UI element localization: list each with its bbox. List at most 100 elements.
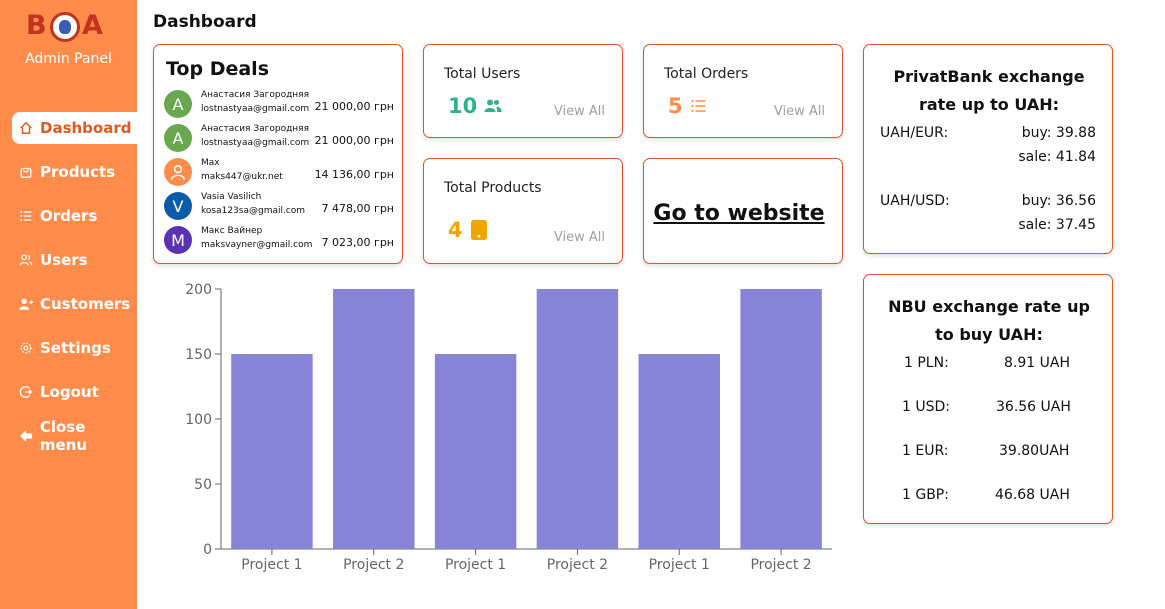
avatar: A [164, 124, 192, 152]
bar [740, 289, 822, 549]
x-tick-label: Project 2 [547, 557, 608, 573]
uah-usd-sale: sale: 37.45 [1018, 217, 1096, 233]
logout-icon [17, 383, 35, 401]
x-tick-label: Project 1 [445, 557, 506, 573]
sidebar-item-label: Products [40, 163, 116, 181]
deal-item[interactable]: Max maks447@ukr.net 14 136,00 грн [164, 155, 394, 189]
nbu-rate: 46.68 UAH [995, 487, 1070, 503]
sidebar-item-label: Close menu [39, 418, 88, 454]
sidebar-item-users[interactable]: Users [12, 244, 137, 276]
deal-item[interactable]: M Макс Вайнер maksvayner@gmail.com 7 023… [164, 223, 394, 257]
arrow-left-icon [17, 427, 35, 445]
logo-letter-a: A [82, 10, 104, 41]
go-to-website-card: Go to website [643, 158, 843, 264]
sidebar-item-settings[interactable]: Settings [12, 332, 137, 364]
customers-icon [17, 295, 35, 313]
uah-eur-buy: buy: 39.88 [1021, 125, 1096, 141]
nbu-title-line2: to buy UAH: [935, 325, 1043, 344]
total-users-value: 10 [448, 94, 502, 118]
avatar [164, 158, 192, 186]
deal-amount: 14 136,00 грн [314, 168, 394, 181]
deal-amount: 21 000,00 грн [314, 134, 394, 147]
total-products-count: 4 [448, 218, 463, 242]
nbu-rate: 8.91 UAH [1004, 355, 1070, 371]
product-icon [470, 220, 487, 240]
list-icon [691, 99, 706, 113]
nbu-currency: 1 GBP: [902, 487, 949, 503]
uah-usd-buy: buy: 36.56 [1021, 193, 1096, 209]
total-users-card: Total Users 10 View All [423, 44, 623, 138]
bar [231, 354, 313, 549]
sidebar-item-label: Logout [40, 383, 99, 401]
sidebar-item-label: Settings [40, 339, 111, 357]
sidebar-item-orders[interactable]: Orders [12, 200, 137, 232]
projects-bar-chart: 0 50 100 150 200 Project 1 Project 2 Project 1 P… [185, 282, 832, 573]
nbu-title-line1: NBU exchange rate up [888, 297, 1090, 316]
y-tick-label: 100 [185, 412, 212, 428]
sidebar-item-close-menu[interactable]: Close menu [12, 418, 137, 454]
page-title: Dashboard [153, 12, 257, 32]
sidebar-item-label: Dashboard [40, 119, 132, 137]
person-icon [171, 165, 185, 181]
users-icon [17, 251, 35, 269]
sidebar-item-label: Orders [40, 207, 98, 225]
nbu-rate: 39.80UAH [999, 443, 1070, 459]
total-products-value: 4 [448, 218, 488, 242]
total-products-title: Total Products [444, 180, 542, 196]
y-tick-label: 50 [194, 477, 212, 493]
deal-email: lostnastyaa@gmail.com [201, 138, 310, 148]
deal-email: lostnastyaa@gmail.com [201, 104, 310, 114]
deal-email: maks447@ukr.net [201, 172, 283, 182]
privatbank-title-line2: rate up to UAH: [918, 95, 1060, 114]
sidebar-item-customers[interactable]: Customers [12, 288, 137, 320]
list-icon [17, 207, 35, 225]
privatbank-rates-card: PrivatBank exchange rate up to UAH: UAH/… [863, 44, 1113, 254]
bar [638, 354, 720, 549]
uah-usd-label: UAH/USD: [880, 193, 950, 209]
home-icon [17, 119, 35, 137]
deal-email: maksvayner@gmail.com [201, 240, 313, 250]
sidebar-item-products[interactable]: Products [12, 156, 137, 188]
go-to-website-link[interactable]: Go to website [644, 201, 834, 226]
logo: B A [26, 10, 110, 46]
gear-icon [17, 339, 35, 357]
total-users-count: 10 [448, 94, 478, 118]
nbu-rate: 36.56 UAH [996, 399, 1071, 415]
sidebar-item-label: Users [40, 251, 88, 269]
bar [333, 289, 415, 549]
deal-item[interactable]: A Анастасия Загородняя lostnastyaa@gmail… [164, 87, 394, 121]
logo-emblem-icon [50, 12, 80, 42]
view-all-products-link[interactable]: View All [554, 230, 605, 245]
nbu-rates-card: NBU exchange rate up to buy UAH: 1 PLN: … [863, 274, 1113, 524]
privatbank-title-line1: PrivatBank exchange [893, 67, 1085, 86]
sidebar-item-logout[interactable]: Logout [12, 376, 137, 408]
bar [434, 354, 517, 549]
deal-name: Vasia Vasilich [201, 192, 262, 202]
total-users-title: Total Users [444, 66, 521, 82]
x-tick-label: Project 1 [241, 557, 302, 573]
total-orders-value: 5 [668, 94, 707, 118]
total-orders-title: Total Orders [664, 66, 749, 82]
total-products-card: Total Products 4 View All [423, 158, 623, 264]
x-tick-label: Project 2 [750, 557, 811, 573]
bag-icon [17, 163, 35, 181]
x-tick-label: Project 2 [343, 557, 404, 573]
deal-amount: 21 000,00 грн [314, 100, 394, 113]
deal-name: Анастасия Загородняя [201, 124, 310, 134]
top-deals-card: Top Deals A Анастасия Загородняя lostnas… [153, 44, 403, 264]
avatar: A [164, 90, 192, 118]
total-orders-count: 5 [668, 94, 683, 118]
deal-name: Анастасия Загородняя [201, 90, 310, 100]
view-all-orders-link[interactable]: View All [774, 104, 825, 119]
top-deals-title: Top Deals [166, 58, 270, 80]
sidebar-item-label: Customers [40, 295, 131, 313]
sidebar: B A Admin Panel Dashboard Products Order… [0, 0, 137, 609]
deal-item[interactable]: A Анастасия Загородняя lostnastyaa@gmail… [164, 121, 394, 155]
x-tick-label: Project 1 [649, 557, 710, 573]
y-tick-label: 200 [185, 282, 212, 298]
view-all-users-link[interactable]: View All [554, 104, 605, 119]
deal-amount: 7 478,00 грн [321, 202, 394, 215]
deal-item[interactable]: V Vasia Vasilich kosa123sa@gmail.com 7 4… [164, 189, 394, 223]
avatar: M [164, 226, 192, 254]
sidebar-item-dashboard[interactable]: Dashboard [12, 112, 137, 144]
